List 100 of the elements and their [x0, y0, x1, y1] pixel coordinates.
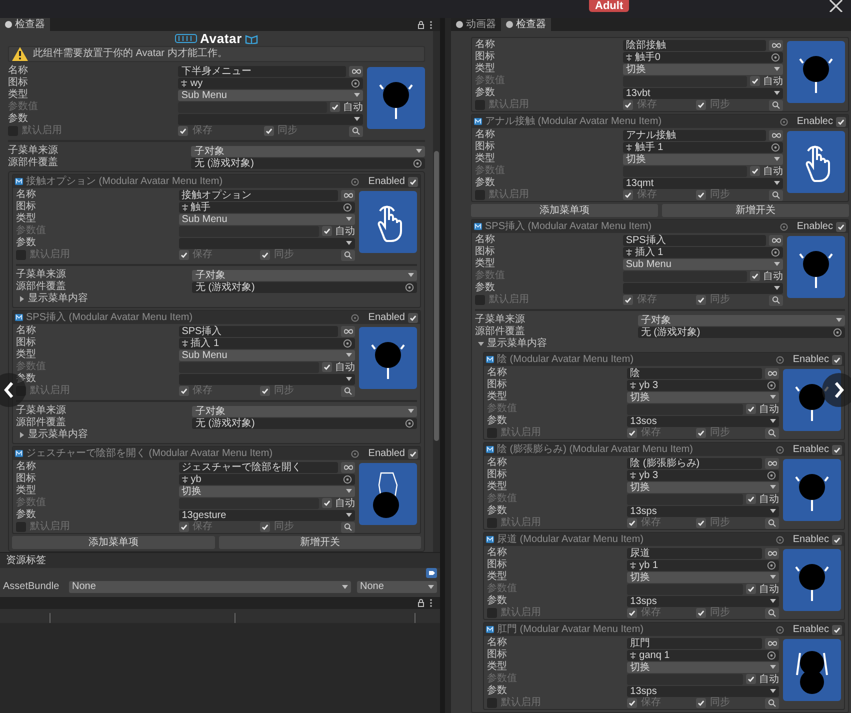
- dropdown[interactable]: 13qmt: [622, 178, 783, 188]
- search-button[interactable]: [769, 100, 784, 110]
- text-field[interactable]: アナル接触: [622, 130, 766, 140]
- checkbox[interactable]: [750, 76, 760, 86]
- dropdown[interactable]: 切换: [622, 64, 783, 74]
- search-button[interactable]: [769, 190, 784, 200]
- checkbox[interactable]: [832, 354, 842, 364]
- search-button[interactable]: [341, 250, 355, 260]
- checkbox[interactable]: [408, 312, 418, 322]
- dropdown[interactable]: 13sos: [627, 416, 779, 426]
- dropdown[interactable]: 子对象: [192, 270, 417, 280]
- text-field[interactable]: ジェスチャーで陰部を開く: [178, 462, 338, 472]
- object-field[interactable]: 无 (游戏对象): [192, 418, 417, 428]
- object-field[interactable]: 触手 1: [622, 142, 783, 152]
- dropdown[interactable]: 13gesture: [178, 510, 355, 520]
- input-field[interactable]: [178, 362, 319, 372]
- checkbox[interactable]: [746, 404, 756, 414]
- search-button[interactable]: [765, 518, 779, 528]
- text-field[interactable]: 陰: [627, 368, 762, 378]
- link-button[interactable]: [341, 190, 355, 200]
- checkbox[interactable]: [260, 522, 270, 532]
- checkbox[interactable]: [322, 362, 332, 372]
- dropdown[interactable]: 切换: [627, 482, 779, 492]
- object-field[interactable]: wy: [178, 78, 363, 88]
- text-field[interactable]: SPS挿入: [178, 326, 338, 336]
- checkbox[interactable]: [627, 608, 638, 618]
- checkbox[interactable]: [746, 674, 756, 684]
- search-button[interactable]: [349, 126, 364, 136]
- checkbox[interactable]: [832, 624, 842, 634]
- text-field[interactable]: 陰 (膨張膨らみ): [627, 458, 762, 468]
- dropdown[interactable]: 切换: [627, 392, 779, 402]
- text-field[interactable]: 尿道: [627, 548, 762, 558]
- checkbox[interactable]: [696, 518, 706, 528]
- checkbox[interactable]: [260, 250, 270, 260]
- dropdown[interactable]: 子对象: [192, 406, 417, 416]
- scrollbar[interactable]: [433, 31, 440, 552]
- input-field[interactable]: [627, 404, 743, 414]
- object-field[interactable]: 无 (游戏对象): [638, 326, 845, 338]
- link-button[interactable]: [769, 234, 783, 246]
- input-field[interactable]: [178, 226, 319, 236]
- text-field[interactable]: 下半身メニュー: [178, 66, 346, 76]
- add-button[interactable]: 新增开关: [218, 536, 421, 549]
- input-field[interactable]: [622, 166, 747, 176]
- input-field[interactable]: [627, 584, 743, 594]
- checkbox[interactable]: [178, 522, 189, 532]
- checkbox[interactable]: [627, 698, 638, 708]
- dropdown[interactable]: 13sps: [627, 596, 779, 606]
- checkbox[interactable]: [836, 222, 846, 232]
- dropdown[interactable]: 子对象: [191, 146, 425, 156]
- inspector-tab[interactable]: 检查器: [0, 18, 50, 31]
- search-button[interactable]: [769, 294, 784, 306]
- object-field[interactable]: yb 3: [627, 380, 779, 390]
- input-field[interactable]: [178, 498, 319, 508]
- dropdown[interactable]: Sub Menu: [622, 258, 783, 270]
- dropdown[interactable]: Sub Menu: [178, 214, 355, 224]
- checkbox[interactable]: [696, 100, 706, 110]
- object-field[interactable]: ganq 1: [627, 650, 779, 660]
- dropdown[interactable]: Sub Menu: [178, 350, 355, 360]
- panel-tab[interactable]: 动画器: [451, 18, 501, 31]
- link-button[interactable]: [769, 130, 783, 140]
- object-field[interactable]: 无 (游戏对象): [191, 158, 425, 168]
- link-button[interactable]: [341, 326, 355, 336]
- dropdown[interactable]: None: [357, 581, 437, 593]
- input-field[interactable]: [622, 76, 747, 86]
- checkbox[interactable]: [178, 250, 189, 260]
- checkbox[interactable]: [322, 498, 332, 508]
- checkbox[interactable]: [260, 386, 270, 396]
- checkbox[interactable]: [832, 444, 842, 454]
- dropdown[interactable]: 子对象: [638, 314, 845, 326]
- object-field[interactable]: 插入 1: [178, 338, 355, 348]
- checkbox[interactable]: [696, 295, 706, 305]
- foldout[interactable]: 显示菜单内容: [16, 293, 88, 305]
- checkbox[interactable]: [627, 518, 638, 528]
- input-field[interactable]: [178, 102, 327, 112]
- checkbox[interactable]: [178, 126, 188, 136]
- dropdown[interactable]: 切换: [627, 572, 779, 582]
- object-field[interactable]: 触手: [178, 202, 355, 212]
- checkbox[interactable]: [330, 102, 340, 112]
- dropdown[interactable]: 切换: [627, 662, 779, 672]
- search-button[interactable]: [341, 386, 355, 396]
- link-button[interactable]: [765, 638, 779, 648]
- object-field[interactable]: yb: [178, 474, 355, 484]
- dropdown[interactable]: 13sps: [627, 506, 779, 516]
- link-button[interactable]: [769, 40, 783, 50]
- checkbox[interactable]: [750, 166, 760, 176]
- add-button[interactable]: 添加菜单项: [12, 536, 214, 549]
- search-button[interactable]: [341, 522, 355, 532]
- checkbox[interactable]: [622, 100, 633, 110]
- checkbox[interactable]: [696, 608, 706, 618]
- checkbox[interactable]: [696, 190, 706, 200]
- checkbox[interactable]: [836, 116, 846, 126]
- foldout[interactable]: 显示菜单内容: [16, 429, 88, 441]
- search-button[interactable]: [765, 428, 779, 438]
- object-field[interactable]: 无 (游戏对象): [192, 282, 417, 292]
- dropdown[interactable]: 13vbt: [622, 88, 783, 98]
- dropdown[interactable]: None: [69, 581, 351, 593]
- object-field[interactable]: yb 1: [627, 560, 779, 570]
- search-button[interactable]: [765, 608, 779, 618]
- dropdown[interactable]: 13sps: [627, 686, 779, 696]
- checkbox[interactable]: [622, 295, 633, 305]
